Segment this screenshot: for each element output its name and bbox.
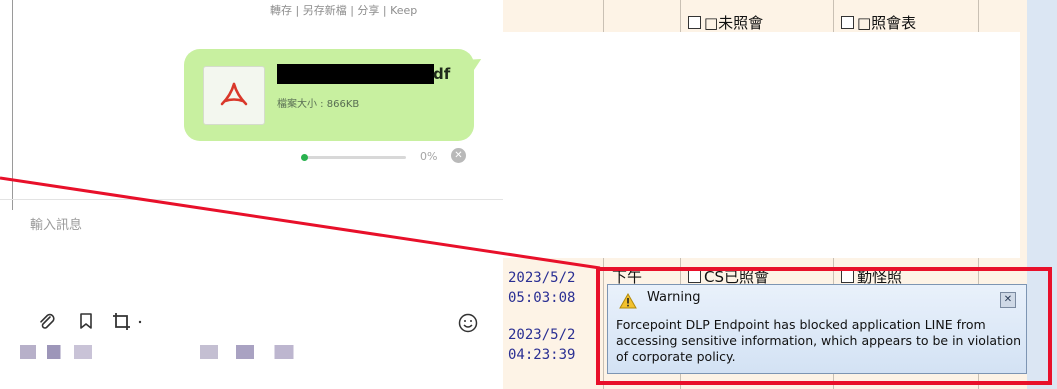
warning-message: Forcepoint DLP Endpoint has blocked appl…: [616, 317, 1022, 364]
warning-title: Warning: [647, 290, 701, 305]
close-icon[interactable]: ✕: [1000, 292, 1016, 308]
arrow-line: [0, 176, 601, 270]
warning-icon: [619, 292, 637, 313]
